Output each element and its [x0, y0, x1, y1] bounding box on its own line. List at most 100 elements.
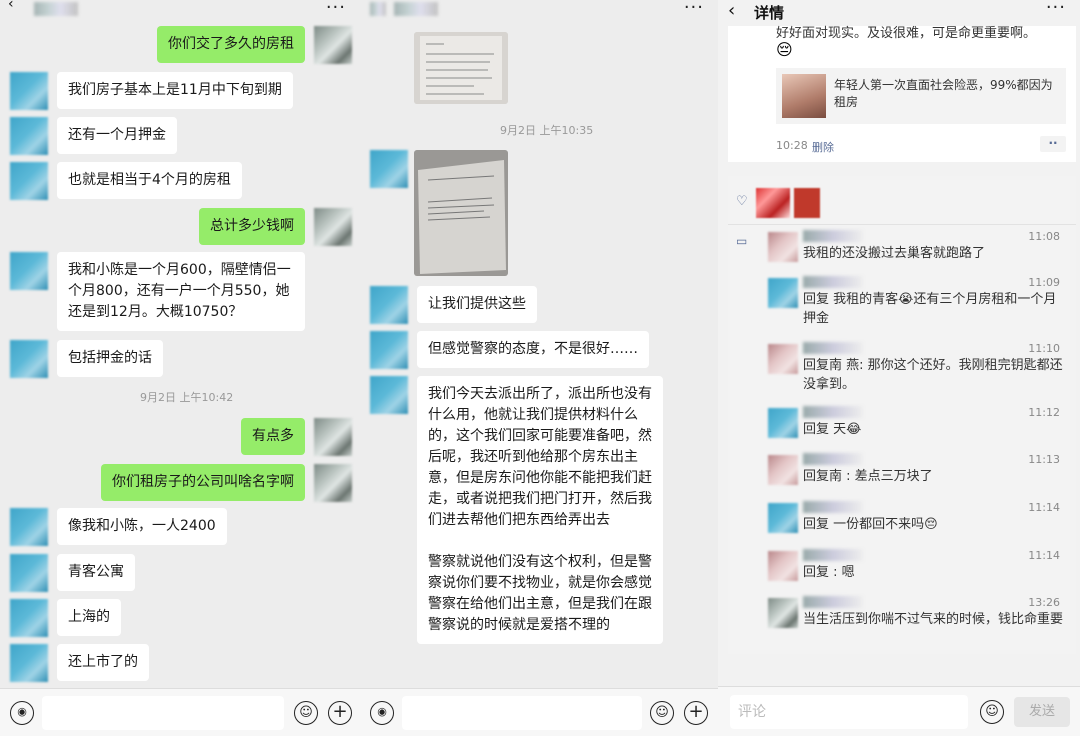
avatar[interactable] [768, 598, 798, 628]
comment-time: 11:14 [1028, 549, 1060, 562]
message-bubble[interactable]: 让我们提供这些 [417, 286, 537, 323]
avatar[interactable] [768, 503, 798, 533]
message-row: 我们今天去派出所了，派出所也没有什么用，他就让我们提供材料什么的，这个我们回家可… [370, 376, 663, 644]
message-bubble[interactable]: 包括押金的话 [57, 340, 163, 377]
comment-text: 回复 : 嗯 [803, 565, 855, 580]
message-bubble[interactable]: 我们房子基本上是11月中下旬到期 [57, 72, 293, 109]
avatar[interactable] [10, 340, 48, 378]
comment-author[interactable] [803, 596, 863, 608]
comment-author[interactable] [803, 230, 863, 242]
more-icon[interactable]: ··· [684, 0, 704, 17]
like-avatar[interactable] [794, 188, 820, 218]
comment-item[interactable]: 11:09 回复 我租的青客😭还有三个月房租和一个月押金 [768, 276, 1074, 336]
avatar[interactable] [10, 644, 48, 682]
message-bubble[interactable]: 但感觉警察的态度，不是很好…… [417, 331, 649, 368]
avatar[interactable] [314, 418, 352, 456]
send-button[interactable]: 发送 [1014, 697, 1070, 727]
avatar[interactable] [314, 208, 352, 246]
link-thumbnail [782, 74, 826, 118]
voice-icon[interactable]: ◉ [370, 701, 394, 725]
back-icon[interactable]: ‹ [8, 0, 14, 12]
emoji-icon[interactable]: ☺ [980, 700, 1004, 724]
link-card[interactable]: 年轻人第一次直面社会险恶，99%都因为租房 [776, 68, 1066, 124]
avatar[interactable] [10, 117, 48, 155]
avatar[interactable] [768, 232, 798, 262]
comment-text: 回复 我租的青客😭还有三个月房租和一个月押金 [803, 292, 1057, 326]
heart-icon: ♡ [736, 194, 748, 209]
comment-time: 11:10 [1028, 342, 1060, 355]
message-bubble[interactable]: 还上市了的 [57, 644, 149, 681]
avatar[interactable] [768, 551, 798, 581]
avatar[interactable] [768, 278, 798, 308]
message-bubble[interactable]: 总计多少钱啊 [199, 208, 305, 245]
comment-item[interactable]: 11:13 回复南 : 差点三万块了 [768, 453, 1074, 493]
delete-link[interactable]: 删除 [812, 139, 834, 155]
comment-author[interactable] [803, 549, 863, 561]
avatar[interactable] [370, 150, 408, 188]
comment-author[interactable] [803, 406, 863, 418]
comment-item[interactable]: 11:14 回复 : 嗯 [768, 549, 1074, 589]
more-icon[interactable]: ··· [1046, 0, 1066, 17]
post-time: 10:28 [776, 139, 808, 152]
plus-icon[interactable]: + [328, 701, 352, 725]
message-bubble[interactable]: 也就是相当于4个月的房租 [57, 162, 242, 199]
comment-author[interactable] [803, 501, 863, 513]
comment-item[interactable]: 11:14 回复 一份都回不来吗😔 [768, 501, 1074, 541]
emoji-pensive: 😔 [776, 40, 793, 59]
message-row: 你们租房子的公司叫啥名字啊 [101, 464, 352, 502]
avatar[interactable] [10, 162, 48, 200]
message-bubble[interactable]: 我和小陈是一个月600，隔壁情侣一个月800，还有一户一个月550，她还是到12… [57, 252, 305, 331]
message-bubble[interactable]: 有点多 [241, 418, 305, 455]
comment-text: 回复南 : 差点三万块了 [803, 469, 933, 484]
avatar[interactable] [10, 599, 48, 637]
comment-input[interactable]: 评论 [730, 695, 968, 729]
comment-time: 11:09 [1028, 276, 1060, 289]
comment-bar: 评论 ☺ 发送 [718, 686, 1080, 736]
avatar[interactable] [370, 286, 408, 324]
back-icon[interactable]: ‹ [728, 0, 735, 22]
avatar[interactable] [10, 252, 48, 290]
message-bubble[interactable]: 还有一个月押金 [57, 117, 177, 154]
plus-icon[interactable]: + [684, 701, 708, 725]
document-photo[interactable] [414, 32, 508, 104]
avatar[interactable] [370, 331, 408, 369]
document-photo[interactable] [414, 150, 508, 276]
emoji-icon[interactable]: ☺ [650, 701, 674, 725]
message-bubble[interactable]: 我们今天去派出所了，派出所也没有什么用，他就让我们提供材料什么的，这个我们回家可… [417, 376, 663, 644]
avatar[interactable] [10, 554, 48, 592]
comment-item[interactable]: 11:10 回复南 燕: 那你这个还好。我刚租完钥匙都还没拿到。 [768, 342, 1074, 402]
comment-item[interactable]: 13:26 当生活压到你喘不过气来的时候，钱比命重要 [768, 596, 1074, 652]
comment-item[interactable]: 11:08 我租的还没搬过去巢客就跑路了 [768, 230, 1074, 270]
avatar[interactable] [768, 344, 798, 374]
voice-icon[interactable]: ◉ [10, 701, 34, 725]
comment-author[interactable] [803, 453, 863, 465]
comment-text: 回复 天😂 [803, 422, 862, 437]
emoji-icon[interactable]: ☺ [294, 701, 318, 725]
message-bubble[interactable]: 上海的 [57, 599, 121, 636]
comment-text: 回复南 燕: 那你这个还好。我刚租完钥匙都还没拿到。 [803, 358, 1063, 392]
avatar[interactable] [10, 508, 48, 546]
message-bubble[interactable]: 你们租房子的公司叫啥名字啊 [101, 464, 305, 501]
action-menu-icon[interactable]: ·· [1040, 136, 1066, 152]
message-row: 还有一个月押金 [10, 117, 177, 155]
message-bubble[interactable]: 你们交了多久的房租 [157, 26, 305, 63]
avatar[interactable] [314, 464, 352, 502]
comment-item[interactable]: 11:12 回复 天😂 [768, 406, 1074, 446]
avatar[interactable] [10, 72, 48, 110]
message-input[interactable] [402, 696, 642, 730]
like-avatar[interactable] [756, 188, 790, 218]
avatar[interactable] [314, 26, 352, 64]
avatar[interactable] [768, 408, 798, 438]
avatar[interactable] [370, 376, 408, 414]
contact-name [394, 2, 438, 16]
more-icon[interactable]: ··· [326, 0, 346, 17]
message-row: 还上市了的 [10, 644, 149, 682]
message-bubble[interactable]: 青客公寓 [57, 554, 135, 591]
avatar[interactable] [768, 455, 798, 485]
comment-author[interactable] [803, 342, 863, 354]
chat-header: ‹ ··· [0, 0, 360, 24]
message-bubble[interactable]: 像我和小陈，一人2400 [57, 508, 227, 545]
message-input[interactable] [42, 696, 284, 730]
back-icon[interactable] [370, 2, 386, 16]
comment-author[interactable] [803, 276, 863, 288]
